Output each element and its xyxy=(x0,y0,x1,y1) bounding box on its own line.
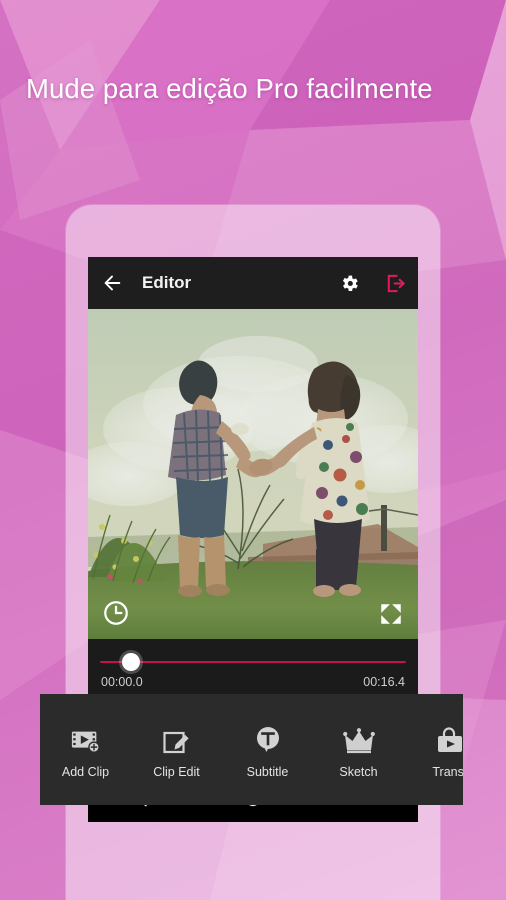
playhead-handle[interactable] xyxy=(122,653,140,671)
back-arrow-icon xyxy=(104,275,121,291)
tool-label: Clip Edit xyxy=(153,764,200,779)
page-title: Mude para edição Pro facilmente xyxy=(26,73,433,104)
tool-transition[interactable]: Transi xyxy=(404,694,463,805)
clip-edit-icon xyxy=(162,731,189,753)
editor-tool-panel: Add Clip Clip Edit Subtitle Sketch Trans xyxy=(40,694,463,805)
video-frame-image xyxy=(88,309,418,639)
video-preview[interactable] xyxy=(88,309,418,639)
timer-button[interactable] xyxy=(102,599,130,627)
fullscreen-button[interactable] xyxy=(378,601,404,627)
back-button[interactable] xyxy=(88,257,136,309)
crown-icon xyxy=(342,727,375,753)
timeline-track[interactable] xyxy=(100,661,406,663)
tool-subtitle[interactable]: Subtitle xyxy=(222,694,313,805)
add-clip-icon-wrap xyxy=(70,721,102,755)
tool-label: Transi xyxy=(432,764,463,779)
add-clip-icon xyxy=(71,731,100,753)
app-bar: Editor xyxy=(88,257,418,309)
transition-icon-wrap xyxy=(435,721,464,755)
tool-clip-edit[interactable]: Clip Edit xyxy=(131,694,222,805)
clip-edit-icon-wrap xyxy=(162,721,192,755)
transition-icon xyxy=(437,726,462,752)
subtitle-icon xyxy=(256,726,279,752)
tool-label: Sketch xyxy=(339,764,378,779)
app-bar-title: Editor xyxy=(142,273,192,292)
tool-label: Add Clip xyxy=(61,764,110,779)
tool-sketch[interactable]: Sketch xyxy=(313,694,404,805)
export-icon xyxy=(387,274,405,292)
current-time-label: 00:00.0 xyxy=(101,675,143,689)
tool-add-clip[interactable]: Add Clip xyxy=(40,694,131,805)
clock-icon xyxy=(104,601,128,625)
export-button[interactable] xyxy=(372,257,418,309)
subtitle-icon-wrap xyxy=(254,721,282,755)
fullscreen-icon xyxy=(381,604,401,624)
promo-screenshot: Mude para edição Pro facilmente Editor 0… xyxy=(0,0,506,900)
tool-label: Subtitle xyxy=(246,764,289,779)
gear-icon xyxy=(342,275,358,291)
crown-icon-wrap xyxy=(342,721,375,755)
settings-button[interactable] xyxy=(326,257,372,309)
total-time-label: 00:16.4 xyxy=(363,675,405,689)
